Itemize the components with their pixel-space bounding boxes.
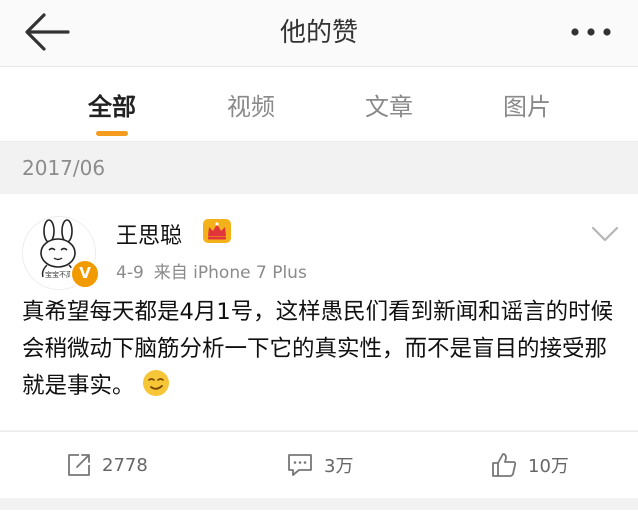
- comment-button[interactable]: 3万: [286, 450, 353, 480]
- section-date: 2017/06: [22, 156, 106, 180]
- tab-all[interactable]: 全部: [57, 87, 167, 136]
- post-text: 真希望每天都是4月1号，这样愚民们看到新闻和谣言的时候会稍微动下脑筋分析一下它的…: [22, 294, 622, 405]
- back-button[interactable]: [22, 10, 72, 54]
- comment-icon: [288, 454, 312, 476]
- tab-video[interactable]: 视频: [196, 87, 306, 122]
- verified-badge: V: [70, 259, 100, 289]
- filter-tabs: 全部 视频 文章 图片: [0, 67, 638, 142]
- active-tab-indicator: [96, 131, 128, 136]
- post-menu-button[interactable]: [590, 224, 620, 244]
- post-card[interactable]: 宝宝不高 V 王思聪 4-9 来自 iPhone 7 Plus 真希望每天都是4月…: [0, 194, 638, 430]
- post-meta: 4-9 来自 iPhone 7 Plus: [116, 258, 307, 283]
- repost-count: 2778: [102, 454, 148, 476]
- next-card-edge: [0, 510, 638, 522]
- post-body: 真希望每天都是4月1号，这样愚民们看到新闻和谣言的时候会稍微动下脑筋分析一下它的…: [22, 299, 614, 399]
- comment-count: 3万: [324, 456, 354, 477]
- post-date: 4-9: [116, 263, 144, 283]
- page-title: 他的赞: [279, 18, 358, 48]
- post-source: 来自 iPhone 7 Plus: [153, 263, 307, 283]
- thumbs-up-icon: [492, 453, 517, 477]
- date-section-header: 2017/06: [0, 142, 638, 192]
- tab-article[interactable]: 文章: [334, 87, 444, 122]
- repost-button[interactable]: 2778: [66, 450, 148, 480]
- more-dots-icon: [571, 28, 611, 36]
- repost-icon: [68, 454, 90, 476]
- smirk-emoji-icon: [142, 370, 169, 396]
- author-name[interactable]: 王思聪: [116, 218, 182, 250]
- like-button[interactable]: 10万: [490, 450, 569, 480]
- like-count: 10万: [528, 456, 569, 477]
- post-actions: 2778 3万 10万: [0, 431, 638, 498]
- more-button[interactable]: [568, 18, 614, 46]
- chevron-down-icon: [591, 226, 619, 242]
- top-bar: 他的赞: [0, 0, 638, 67]
- back-arrow-icon: [25, 13, 70, 51]
- crown-icon: [203, 219, 231, 243]
- tab-image[interactable]: 图片: [472, 87, 582, 122]
